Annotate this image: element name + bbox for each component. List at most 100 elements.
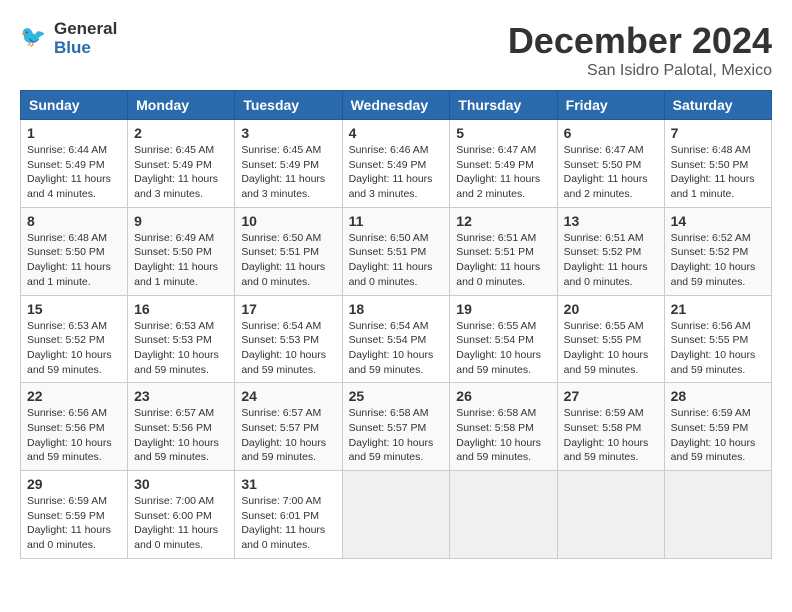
- location: San Isidro Palotal, Mexico: [508, 62, 772, 80]
- table-row: [664, 471, 771, 559]
- day-number: 7: [671, 125, 765, 141]
- table-row: 30 Sunrise: 7:00 AM Sunset: 6:00 PM Dayli…: [128, 471, 235, 559]
- day-info: Sunrise: 6:50 AM Sunset: 5:51 PM Dayligh…: [349, 231, 444, 290]
- day-info: Sunrise: 6:46 AM Sunset: 5:49 PM Dayligh…: [349, 143, 444, 202]
- day-info: Sunrise: 6:51 AM Sunset: 5:52 PM Dayligh…: [564, 231, 658, 290]
- day-info: Sunrise: 6:58 AM Sunset: 5:57 PM Dayligh…: [349, 406, 444, 465]
- table-row: 3 Sunrise: 6:45 AM Sunset: 5:49 PM Daylig…: [235, 120, 342, 208]
- day-number: 22: [27, 388, 121, 404]
- day-info: Sunrise: 6:51 AM Sunset: 5:51 PM Dayligh…: [456, 231, 550, 290]
- month-title: December 2024: [508, 20, 772, 62]
- day-info: Sunrise: 6:52 AM Sunset: 5:52 PM Dayligh…: [671, 231, 765, 290]
- day-info: Sunrise: 6:45 AM Sunset: 5:49 PM Dayligh…: [241, 143, 335, 202]
- day-info: Sunrise: 6:55 AM Sunset: 5:55 PM Dayligh…: [564, 319, 658, 378]
- day-info: Sunrise: 7:00 AM Sunset: 6:00 PM Dayligh…: [134, 494, 228, 553]
- day-number: 27: [564, 388, 658, 404]
- table-row: 15 Sunrise: 6:53 AM Sunset: 5:52 PM Dayli…: [21, 295, 128, 383]
- table-row: 11Sunrise: 6:50 AM Sunset: 5:51 PM Dayli…: [342, 207, 450, 295]
- table-row: [450, 471, 557, 559]
- logo-blue: Blue: [54, 39, 117, 58]
- day-number: 8: [27, 213, 121, 229]
- day-info: Sunrise: 6:59 AM Sunset: 5:58 PM Dayligh…: [564, 406, 658, 465]
- day-info: Sunrise: 6:53 AM Sunset: 5:52 PM Dayligh…: [27, 319, 121, 378]
- day-info: Sunrise: 6:58 AM Sunset: 5:58 PM Dayligh…: [456, 406, 550, 465]
- day-number: 19: [456, 301, 550, 317]
- title-block: December 2024 San Isidro Palotal, Mexico: [508, 20, 772, 80]
- table-row: 21Sunrise: 6:56 AM Sunset: 5:55 PM Dayli…: [664, 295, 771, 383]
- table-row: 19 Sunrise: 6:55 AM Sunset: 5:54 PM Dayli…: [450, 295, 557, 383]
- day-info: Sunrise: 6:45 AM Sunset: 5:49 PM Dayligh…: [134, 143, 228, 202]
- day-number: 24: [241, 388, 335, 404]
- day-number: 2: [134, 125, 228, 141]
- header-wednesday: Wednesday: [342, 91, 450, 120]
- day-number: 26: [456, 388, 550, 404]
- header-saturday: Saturday: [664, 91, 771, 120]
- table-row: 27 Sunrise: 6:59 AM Sunset: 5:58 PM Dayli…: [557, 383, 664, 471]
- day-info: Sunrise: 6:59 AM Sunset: 5:59 PM Dayligh…: [27, 494, 121, 553]
- day-number: 5: [456, 125, 550, 141]
- day-number: 16: [134, 301, 228, 317]
- day-number: 9: [134, 213, 228, 229]
- day-number: 13: [564, 213, 658, 229]
- day-number: 25: [349, 388, 444, 404]
- day-number: 10: [241, 213, 335, 229]
- day-number: 15: [27, 301, 121, 317]
- page-header: 🐦 General Blue December 2024 San Isidro …: [20, 20, 772, 80]
- day-info: Sunrise: 6:48 AM Sunset: 5:50 PM Dayligh…: [671, 143, 765, 202]
- day-info: Sunrise: 7:00 AM Sunset: 6:01 PM Dayligh…: [241, 494, 335, 553]
- table-row: 17 Sunrise: 6:54 AM Sunset: 5:53 PM Dayli…: [235, 295, 342, 383]
- svg-text:🐦: 🐦: [20, 26, 46, 49]
- header-thursday: Thursday: [450, 91, 557, 120]
- day-info: Sunrise: 6:55 AM Sunset: 5:54 PM Dayligh…: [456, 319, 550, 378]
- header-row: Sunday Monday Tuesday Wednesday Thursday…: [21, 91, 772, 120]
- day-number: 30: [134, 476, 228, 492]
- table-row: 16Sunrise: 6:53 AM Sunset: 5:53 PM Dayli…: [128, 295, 235, 383]
- day-info: Sunrise: 6:57 AM Sunset: 5:57 PM Dayligh…: [241, 406, 335, 465]
- logo: 🐦 General Blue: [20, 20, 117, 57]
- table-row: 1 Sunrise: 6:44 AM Sunset: 5:49 PM Daylig…: [21, 120, 128, 208]
- table-row: 31 Sunrise: 7:00 AM Sunset: 6:01 PM Dayli…: [235, 471, 342, 559]
- table-row: 2 Sunrise: 6:45 AM Sunset: 5:49 PM Daylig…: [128, 120, 235, 208]
- table-row: 29 Sunrise: 6:59 AM Sunset: 5:59 PM Dayli…: [21, 471, 128, 559]
- table-row: 7 Sunrise: 6:48 AM Sunset: 5:50 PM Daylig…: [664, 120, 771, 208]
- day-info: Sunrise: 6:54 AM Sunset: 5:53 PM Dayligh…: [241, 319, 335, 378]
- day-number: 29: [27, 476, 121, 492]
- header-friday: Friday: [557, 91, 664, 120]
- table-row: 22 Sunrise: 6:56 AM Sunset: 5:56 PM Dayli…: [21, 383, 128, 471]
- day-number: 20: [564, 301, 658, 317]
- day-info: Sunrise: 6:48 AM Sunset: 5:50 PM Dayligh…: [27, 231, 121, 290]
- table-row: 24 Sunrise: 6:57 AM Sunset: 5:57 PM Dayli…: [235, 383, 342, 471]
- header-tuesday: Tuesday: [235, 91, 342, 120]
- day-number: 23: [134, 388, 228, 404]
- day-info: Sunrise: 6:50 AM Sunset: 5:51 PM Dayligh…: [241, 231, 335, 290]
- table-row: 20 Sunrise: 6:55 AM Sunset: 5:55 PM Dayli…: [557, 295, 664, 383]
- day-number: 3: [241, 125, 335, 141]
- day-number: 28: [671, 388, 765, 404]
- table-row: 23Sunrise: 6:57 AM Sunset: 5:56 PM Dayli…: [128, 383, 235, 471]
- table-row: 10 Sunrise: 6:50 AM Sunset: 5:51 PM Dayli…: [235, 207, 342, 295]
- calendar-table: Sunday Monday Tuesday Wednesday Thursday…: [20, 90, 772, 559]
- table-row: 6 Sunrise: 6:47 AM Sunset: 5:50 PM Daylig…: [557, 120, 664, 208]
- day-info: Sunrise: 6:56 AM Sunset: 5:55 PM Dayligh…: [671, 319, 765, 378]
- table-row: 14Sunrise: 6:52 AM Sunset: 5:52 PM Dayli…: [664, 207, 771, 295]
- day-number: 12: [456, 213, 550, 229]
- day-number: 1: [27, 125, 121, 141]
- day-number: 31: [241, 476, 335, 492]
- table-row: 5 Sunrise: 6:47 AM Sunset: 5:49 PM Daylig…: [450, 120, 557, 208]
- day-info: Sunrise: 6:49 AM Sunset: 5:50 PM Dayligh…: [134, 231, 228, 290]
- day-info: Sunrise: 6:47 AM Sunset: 5:50 PM Dayligh…: [564, 143, 658, 202]
- day-info: Sunrise: 6:56 AM Sunset: 5:56 PM Dayligh…: [27, 406, 121, 465]
- table-row: 4 Sunrise: 6:46 AM Sunset: 5:49 PM Daylig…: [342, 120, 450, 208]
- day-info: Sunrise: 6:44 AM Sunset: 5:49 PM Dayligh…: [27, 143, 121, 202]
- day-number: 6: [564, 125, 658, 141]
- table-row: 18Sunrise: 6:54 AM Sunset: 5:54 PM Dayli…: [342, 295, 450, 383]
- header-monday: Monday: [128, 91, 235, 120]
- day-number: 17: [241, 301, 335, 317]
- day-info: Sunrise: 6:47 AM Sunset: 5:49 PM Dayligh…: [456, 143, 550, 202]
- header-sunday: Sunday: [21, 91, 128, 120]
- table-row: 26 Sunrise: 6:58 AM Sunset: 5:58 PM Dayli…: [450, 383, 557, 471]
- logo-general: General: [54, 20, 117, 39]
- table-row: 13 Sunrise: 6:51 AM Sunset: 5:52 PM Dayli…: [557, 207, 664, 295]
- day-number: 4: [349, 125, 444, 141]
- table-row: [342, 471, 450, 559]
